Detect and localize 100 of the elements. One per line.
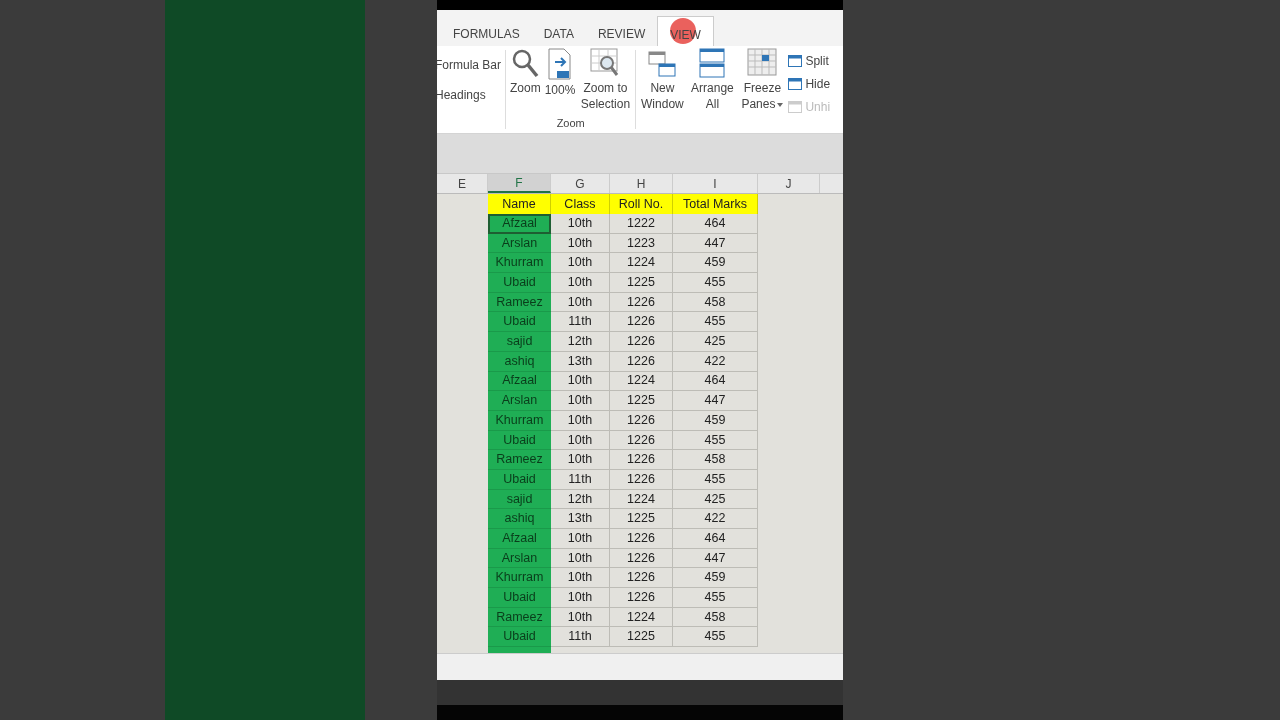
window-icon	[788, 101, 803, 113]
table-cell: 1225	[610, 391, 673, 411]
table-cell: 1224	[610, 489, 673, 510]
small-window-button[interactable]: Hide	[788, 75, 831, 93]
zoom-button[interactable]: Zoom	[510, 48, 541, 112]
name-cell: Arslan	[488, 548, 551, 569]
table-cell: 1225	[610, 273, 673, 293]
table-cell: 12th	[551, 489, 610, 510]
table-cell: 10th	[551, 410, 610, 431]
name-cell: Ubaid	[488, 430, 551, 451]
table-cell: 1224	[610, 607, 673, 628]
table-cell: 10th	[551, 233, 610, 254]
column-header[interactable]: I	[673, 174, 758, 193]
ribbon-tab[interactable]: REVIEW	[585, 16, 658, 46]
name-cell: ashiq	[488, 509, 551, 529]
table-cell: 455	[673, 273, 758, 293]
table-cell: 10th	[551, 430, 610, 451]
table-cell: 1226	[610, 548, 673, 569]
table-cell: 1226	[610, 469, 673, 490]
table-cell: 455	[673, 627, 758, 648]
table-cell: 425	[673, 332, 758, 352]
name-cell: Ubaid	[488, 273, 551, 293]
name-cell: Afzaal	[488, 529, 551, 549]
window-button[interactable]: New Window	[638, 48, 687, 133]
table-cell: 10th	[551, 273, 610, 293]
table-cell: 455	[673, 469, 758, 490]
table-cell: 12th	[551, 332, 610, 352]
table-cell: 458	[673, 607, 758, 628]
table-cell: 13th	[551, 509, 610, 529]
name-cell: Rameez	[488, 450, 551, 470]
table-cell: 1226	[610, 450, 673, 470]
table-cell: 422	[673, 351, 758, 372]
name-cell: Khurram	[488, 410, 551, 431]
name-cell: Ubaid	[488, 627, 551, 648]
table-cell: 464	[673, 214, 758, 234]
table-cell: 10th	[551, 529, 610, 549]
column-header[interactable]: F	[488, 174, 551, 193]
table-cell: 455	[673, 430, 758, 451]
table-cell: 1226	[610, 588, 673, 608]
table-cell: 447	[673, 548, 758, 569]
table-cell: 1226	[610, 410, 673, 431]
column-header[interactable]: H	[610, 174, 673, 193]
table-cell: 11th	[551, 312, 610, 333]
name-cell: Ubaid	[488, 312, 551, 333]
table-cell: 10th	[551, 371, 610, 392]
table-cell: 1226	[610, 568, 673, 589]
table-cell: 1223	[610, 233, 673, 254]
magnifier-icon	[511, 48, 540, 78]
name-cell: Afzaal	[488, 214, 551, 234]
name-cell: Arslan	[488, 391, 551, 411]
window-icon	[788, 78, 803, 90]
table-cell: 10th	[551, 214, 610, 234]
table-cell: 425	[673, 489, 758, 510]
header-cell: Roll No.	[610, 194, 673, 214]
table-cell: 464	[673, 529, 758, 549]
window-icon	[788, 55, 803, 67]
table-cell: 458	[673, 450, 758, 470]
name-cell: ashiq	[488, 351, 551, 372]
table-cell: 1224	[610, 253, 673, 274]
table-cell: 10th	[551, 292, 610, 313]
table-cell: 455	[673, 588, 758, 608]
name-cell: Arslan	[488, 233, 551, 254]
ribbon-tab[interactable]: FORMULAS	[441, 16, 532, 46]
small-window-button[interactable]: Split	[788, 52, 831, 70]
table-cell: 11th	[551, 627, 610, 648]
table-cell: 10th	[551, 253, 610, 274]
window-button[interactable]: Freeze Panes	[738, 48, 787, 133]
table-cell: 1222	[610, 214, 673, 234]
table-cell: 1225	[610, 509, 673, 529]
frozen-grid-icon	[747, 48, 778, 78]
table-cell: 13th	[551, 351, 610, 372]
table-cell: 447	[673, 233, 758, 254]
table-cell: 1226	[610, 430, 673, 451]
table-cell: 459	[673, 568, 758, 589]
table-cell: 10th	[551, 607, 610, 628]
table-cell: 11th	[551, 469, 610, 490]
header-cell: Total Marks	[673, 194, 758, 214]
table-cell: 1226	[610, 292, 673, 313]
table-cell: 447	[673, 391, 758, 411]
table-cell: 10th	[551, 548, 610, 569]
table-cell: 1226	[610, 332, 673, 352]
table-cell: 458	[673, 292, 758, 313]
name-cell: Khurram	[488, 568, 551, 589]
table-cell: 1225	[610, 627, 673, 648]
table-cell: 10th	[551, 588, 610, 608]
table-cell: 459	[673, 410, 758, 431]
table-cell: 464	[673, 371, 758, 392]
name-cell: Khurram	[488, 253, 551, 274]
table-cell: 422	[673, 509, 758, 529]
zoom-button[interactable]: Zoom to Selection	[579, 48, 632, 112]
column-header[interactable]: J	[758, 174, 820, 193]
name-cell: Afzaal	[488, 371, 551, 392]
name-cell: sajid	[488, 489, 551, 510]
window-button[interactable]: Arrange All	[688, 48, 737, 133]
zoom-button[interactable]: 100%	[544, 48, 576, 112]
column-header[interactable]: G	[551, 174, 610, 193]
table-cell: 455	[673, 312, 758, 333]
name-cell: Rameez	[488, 607, 551, 628]
ribbon-tab[interactable]: DATA	[531, 16, 586, 46]
table-cell: 10th	[551, 568, 610, 589]
